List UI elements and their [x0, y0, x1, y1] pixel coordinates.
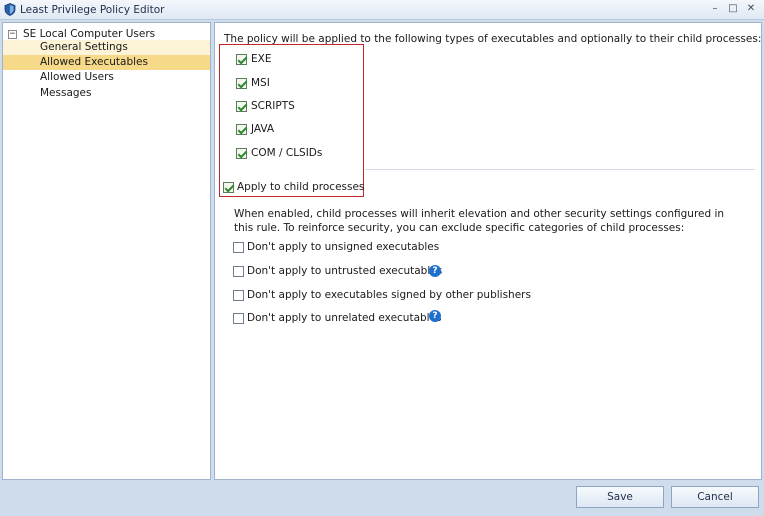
exclude-unsigned-label: Don't apply to unsigned executables — [247, 241, 440, 253]
shield-icon — [4, 3, 16, 16]
window-controls: – □ ✕ — [708, 2, 758, 16]
exclude-unrelated-label: Don't apply to unrelated executables — [247, 312, 442, 324]
collapse-icon[interactable]: − — [8, 29, 17, 39]
sidebar-tree: − SE Local Computer Users General Settin… — [2, 22, 211, 480]
java-checkbox[interactable] — [236, 124, 247, 135]
save-button[interactable]: Save — [576, 486, 664, 508]
separator — [365, 169, 755, 170]
exclude-untrusted-label: Don't apply to untrusted executables — [247, 265, 443, 277]
cancel-button[interactable]: Cancel — [671, 486, 759, 508]
apply-child-checkbox[interactable] — [223, 182, 234, 193]
exe-label: EXE — [251, 53, 272, 65]
tree-root-label: SE Local Computer Users — [23, 28, 156, 40]
sidebar-item-general-settings[interactable]: General Settings — [3, 40, 210, 55]
exclude-other-publishers-checkbox[interactable] — [233, 290, 244, 301]
exe-checkbox[interactable] — [236, 54, 247, 65]
close-button[interactable]: ✕ — [744, 2, 758, 16]
sidebar-item-messages[interactable]: Messages — [3, 86, 210, 101]
sidebar-item-allowed-users[interactable]: Allowed Users — [3, 70, 210, 85]
footer: Save Cancel — [0, 481, 764, 516]
scripts-checkbox[interactable] — [236, 101, 247, 112]
exclude-untrusted-checkbox[interactable] — [233, 266, 244, 277]
maximize-button[interactable]: □ — [726, 2, 740, 16]
minimize-button[interactable]: – — [708, 2, 722, 16]
com-clsids-checkbox[interactable] — [236, 148, 247, 159]
apply-child-label: Apply to child processes — [237, 181, 365, 193]
child-process-description: When enabled, child processes will inher… — [234, 208, 725, 234]
msi-checkbox[interactable] — [236, 78, 247, 89]
help-icon[interactable]: ? — [429, 265, 441, 277]
help-icon[interactable]: ? — [429, 310, 441, 322]
exclude-unrelated-checkbox[interactable] — [233, 313, 244, 324]
window-title: Least Privilege Policy Editor — [20, 3, 165, 16]
exclude-unsigned-checkbox[interactable] — [233, 242, 244, 253]
com-clsids-label: COM / CLSIDs — [251, 147, 323, 159]
main-panel: The policy will be applied to the follow… — [214, 22, 762, 480]
sidebar-item-allowed-executables[interactable]: Allowed Executables — [3, 55, 210, 70]
java-label: JAVA — [251, 123, 275, 135]
msi-label: MSI — [251, 77, 270, 89]
scripts-label: SCRIPTS — [251, 100, 295, 112]
highlight-box — [219, 44, 364, 197]
title-bar: Least Privilege Policy Editor – □ ✕ — [0, 0, 764, 20]
exclude-other-publishers-label: Don't apply to executables signed by oth… — [247, 289, 531, 301]
